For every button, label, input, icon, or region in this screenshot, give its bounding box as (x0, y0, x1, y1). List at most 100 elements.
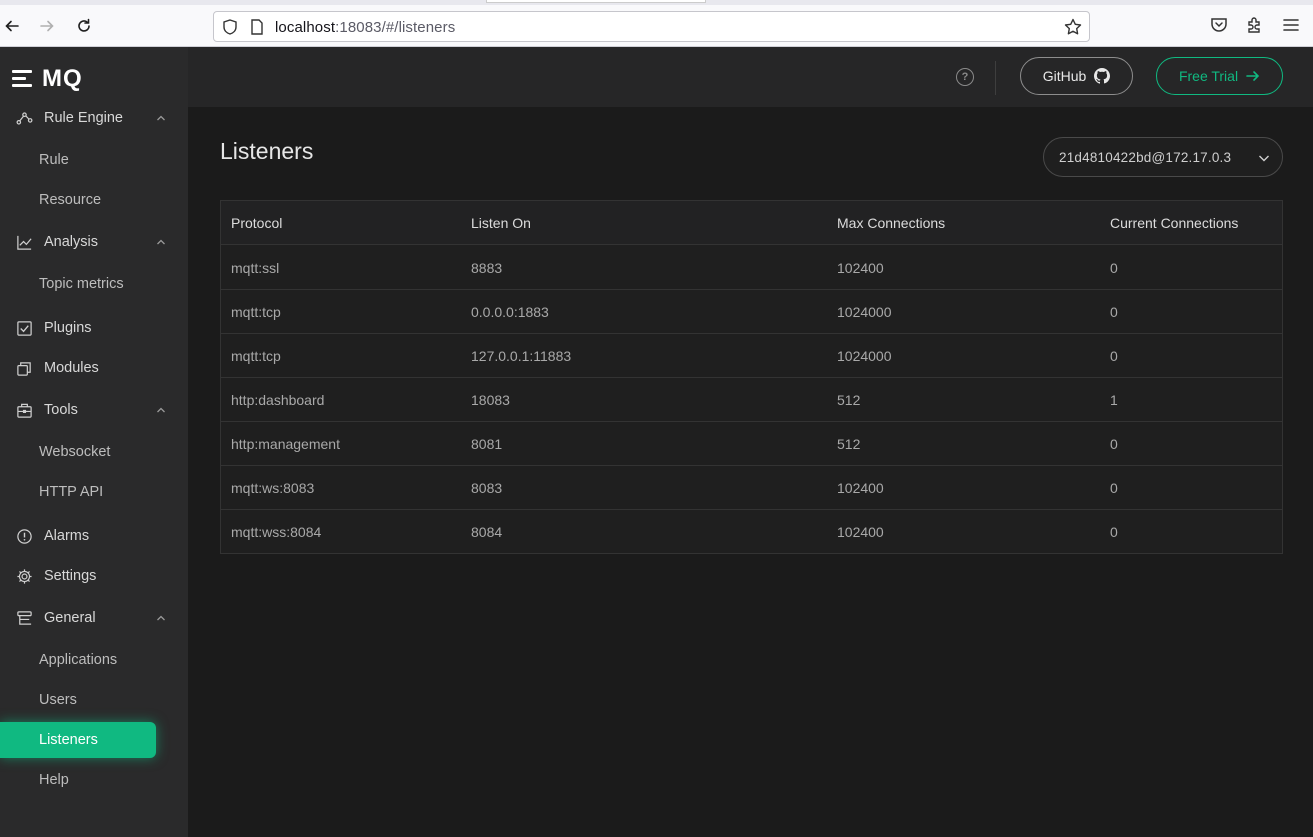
table-header: Protocol Listen On Max Connections Curre… (221, 201, 1282, 245)
address-bar[interactable]: localhost:18083/#/listeners (213, 11, 1090, 42)
cell-current-connections: 0 (1110, 348, 1118, 364)
sidebar-item-label: Tools (44, 402, 78, 418)
column-header-protocol[interactable]: Protocol (231, 215, 282, 231)
cell-max-connections: 512 (837, 392, 861, 408)
cell-listen-on: 8883 (471, 260, 503, 276)
column-header-max-connections[interactable]: Max Connections (837, 215, 945, 231)
sidebar-item-modules[interactable]: Modules (0, 350, 188, 386)
sidebar-item-topic-metrics[interactable]: Topic metrics (0, 266, 188, 302)
cell-protocol: http:management (231, 436, 340, 452)
cell-listen-on: 127.0.0.1:11883 (471, 348, 572, 364)
cell-listen-on: 8081 (471, 436, 503, 452)
cell-listen-on: 8084 (471, 524, 503, 540)
url-host: localhost (275, 19, 336, 36)
sidebar-item-http-api[interactable]: HTTP API (0, 474, 188, 510)
cell-protocol: mqtt:ws:8083 (231, 480, 315, 496)
table-row: mqtt:ssl 8883 102400 0 (221, 246, 1282, 290)
chevron-down-icon (1259, 155, 1269, 162)
sidebar-item-label: Websocket (39, 444, 111, 460)
cell-listen-on: 8083 (471, 480, 503, 496)
github-button[interactable]: GitHub (1020, 57, 1133, 95)
sidebar-item-label: General (44, 610, 96, 626)
top-header: ? GitHub Free Trial (188, 47, 1313, 107)
free-trial-button[interactable]: Free Trial (1156, 57, 1283, 95)
cell-current-connections: 0 (1110, 524, 1118, 540)
table-row: mqtt:ws:8083 8083 102400 0 (221, 466, 1282, 510)
extensions-icon[interactable] (1245, 15, 1265, 35)
column-header-listen-on[interactable]: Listen On (471, 215, 531, 231)
sidebar-item-label: Topic metrics (39, 276, 124, 292)
arrow-right-icon (1246, 71, 1260, 81)
cell-current-connections: 0 (1110, 436, 1118, 452)
free-trial-label: Free Trial (1178, 68, 1239, 84)
sidebar-item-label: Settings (44, 568, 97, 584)
cell-protocol: http:dashboard (231, 392, 325, 408)
table-row: http:management 8081 512 0 (221, 422, 1282, 466)
listeners-table: Protocol Listen On Max Connections Curre… (220, 200, 1283, 554)
sidebar-item-label: Resource (39, 192, 102, 208)
pocket-icon[interactable] (1209, 15, 1229, 35)
sidebar-item-websocket[interactable]: Websocket (0, 434, 188, 470)
sidebar-item-tools[interactable]: Tools (0, 392, 188, 428)
sidebar-item-plugins[interactable]: Plugins (0, 310, 188, 346)
alarms-icon (15, 527, 33, 545)
url-text[interactable]: localhost:18083/#/listeners (275, 19, 455, 36)
cell-current-connections: 0 (1110, 304, 1118, 320)
sidebar-item-settings[interactable]: Settings (0, 558, 188, 594)
menu-icon[interactable] (1281, 15, 1301, 35)
cell-max-connections: 512 (837, 436, 861, 452)
plugins-icon (15, 319, 33, 337)
general-icon (15, 609, 33, 627)
sidebar-item-analysis[interactable]: Analysis (0, 224, 188, 260)
github-icon (1094, 68, 1111, 84)
back-arrow-icon (5, 20, 19, 32)
sidebar-item-label: Listeners (39, 732, 98, 748)
help-icon[interactable]: ? (956, 68, 974, 86)
cell-listen-on: 0.0.0.0:1883 (471, 304, 549, 320)
sidebar-item-label: Rule (39, 152, 69, 168)
modules-icon (15, 359, 33, 377)
reload-button[interactable] (72, 14, 96, 38)
active-tab-edge[interactable] (486, 0, 706, 3)
bookmark-star-icon[interactable] (1063, 17, 1083, 37)
logo-mark-icon (12, 70, 34, 88)
cell-protocol: mqtt:tcp (231, 348, 281, 364)
cell-max-connections: 102400 (837, 260, 884, 276)
url-path: :18083/#/listeners (335, 19, 456, 36)
sidebar-item-users[interactable]: Users (0, 682, 188, 718)
cell-protocol: mqtt:wss:8084 (231, 524, 322, 540)
sidebar-item-general[interactable]: General (0, 600, 188, 636)
back-button[interactable] (0, 14, 24, 38)
table-row: mqtt:tcp 127.0.0.1:11883 1024000 0 (221, 334, 1282, 378)
sidebar-item-help[interactable]: Help (0, 762, 188, 798)
cell-max-connections: 1024000 (837, 348, 892, 364)
analysis-icon (15, 233, 33, 251)
cell-current-connections: 0 (1110, 480, 1118, 496)
sidebar-item-alarms[interactable]: Alarms (0, 518, 188, 554)
sidebar-item-label: Applications (39, 652, 118, 668)
sidebar-item-label: Rule Engine (44, 110, 123, 126)
sidebar-item-rule-engine[interactable]: Rule Engine (0, 100, 188, 136)
sidebar-item-label: Users (39, 692, 77, 708)
tab-strip (0, 0, 1313, 5)
shield-icon[interactable] (221, 18, 239, 36)
cell-protocol: mqtt:tcp (231, 304, 281, 320)
column-header-current-connections[interactable]: Current Connections (1110, 215, 1238, 231)
sidebar-item-resource[interactable]: Resource (0, 182, 188, 218)
sidebar-item-label: HTTP API (39, 484, 104, 500)
page-title: Listeners (220, 138, 314, 164)
sidebar-item-listeners[interactable]: Listeners (0, 722, 156, 758)
cell-current-connections: 1 (1110, 392, 1118, 408)
sidebar: MQ Rule Engine Rule Resource Analysis To… (0, 47, 188, 837)
forward-button[interactable] (35, 14, 59, 38)
page-icon (251, 19, 263, 35)
sidebar-item-label: Modules (44, 360, 99, 376)
table-row: mqtt:tcp 0.0.0.0:1883 1024000 0 (221, 290, 1282, 334)
table-row: mqtt:wss:8084 8084 102400 0 (221, 510, 1282, 554)
sidebar-item-applications[interactable]: Applications (0, 642, 188, 678)
sidebar-item-rule[interactable]: Rule (0, 142, 188, 178)
rule-engine-icon (15, 109, 33, 127)
chevron-up-icon (157, 407, 165, 413)
node-select[interactable]: 21d4810422bd@172.17.0.3 (1043, 137, 1283, 177)
cell-max-connections: 102400 (837, 524, 884, 540)
